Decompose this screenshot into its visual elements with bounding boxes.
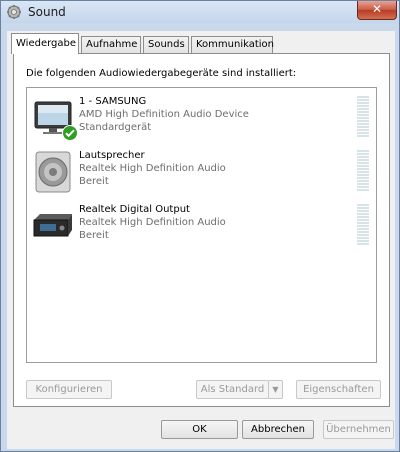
title-bar[interactable]: Sound ✕ xyxy=(1,1,399,23)
device-status: Bereit xyxy=(79,230,109,241)
digital-output-icon xyxy=(33,214,72,237)
speaker-gear-icon xyxy=(7,5,21,19)
device-description: Realtek High Definition Audio xyxy=(79,163,226,174)
panel-heading: Die folgenden Audiowiedergabegeräte sind… xyxy=(26,68,297,79)
device-status: Standardgerät xyxy=(79,122,152,133)
ok-button[interactable]: OK xyxy=(161,420,238,439)
close-icon: ✕ xyxy=(371,2,383,16)
close-button[interactable]: ✕ xyxy=(357,1,397,20)
volume-meter xyxy=(357,204,369,248)
cancel-button[interactable]: Abbrechen xyxy=(242,420,314,439)
set-default-dropdown-button[interactable]: ▼ xyxy=(268,380,283,399)
device-name: Lautsprecher xyxy=(79,150,145,161)
volume-meter xyxy=(357,96,369,140)
configure-button[interactable]: Konfigurieren xyxy=(26,380,112,399)
speaker-icon xyxy=(35,151,71,193)
tab-kommunikation[interactable]: Kommunikation xyxy=(191,36,275,53)
volume-meter xyxy=(357,150,369,194)
playback-tab-panel: Die folgenden Audiowiedergabegeräte sind… xyxy=(13,53,390,407)
tab-sounds[interactable]: Sounds xyxy=(143,36,189,53)
list-item-device[interactable]: Realtek Digital Output Realtek High Defi… xyxy=(27,200,376,252)
device-description: Realtek High Definition Audio xyxy=(79,217,226,228)
list-item-device[interactable]: 1 - SAMSUNG AMD High Definition Audio De… xyxy=(27,92,376,144)
tab-aufnahme[interactable]: Aufnahme xyxy=(81,36,141,53)
tab-label: Kommunikation xyxy=(196,39,275,50)
device-list[interactable]: 1 - SAMSUNG AMD High Definition Audio De… xyxy=(26,87,377,363)
tab-wiedergabe[interactable]: Wiedergabe xyxy=(11,33,79,54)
device-name: 1 - SAMSUNG xyxy=(79,96,147,107)
sound-dialog: Sound ✕ Wiedergabe Aufnahme Sounds Kommu… xyxy=(0,0,400,452)
tab-label: Sounds xyxy=(148,39,185,50)
tab-label: Wiedergabe xyxy=(16,38,77,49)
default-checkmark-icon xyxy=(62,125,78,141)
set-default-button[interactable]: Als Standard xyxy=(196,380,269,399)
apply-button[interactable]: Übernehmen xyxy=(323,420,394,439)
device-name: Realtek Digital Output xyxy=(79,204,190,215)
device-description: AMD High Definition Audio Device xyxy=(79,109,249,120)
dialog-client-area: Wiedergabe Aufnahme Sounds Kommunikation… xyxy=(7,31,395,449)
properties-button[interactable]: Eigenschaften xyxy=(296,380,381,399)
device-status: Bereit xyxy=(79,176,109,187)
window-title: Sound xyxy=(28,5,66,19)
tab-label: Aufnahme xyxy=(86,39,138,50)
list-item-device[interactable]: Lautsprecher Realtek High Definition Aud… xyxy=(27,146,376,198)
chevron-down-icon: ▼ xyxy=(272,385,279,394)
